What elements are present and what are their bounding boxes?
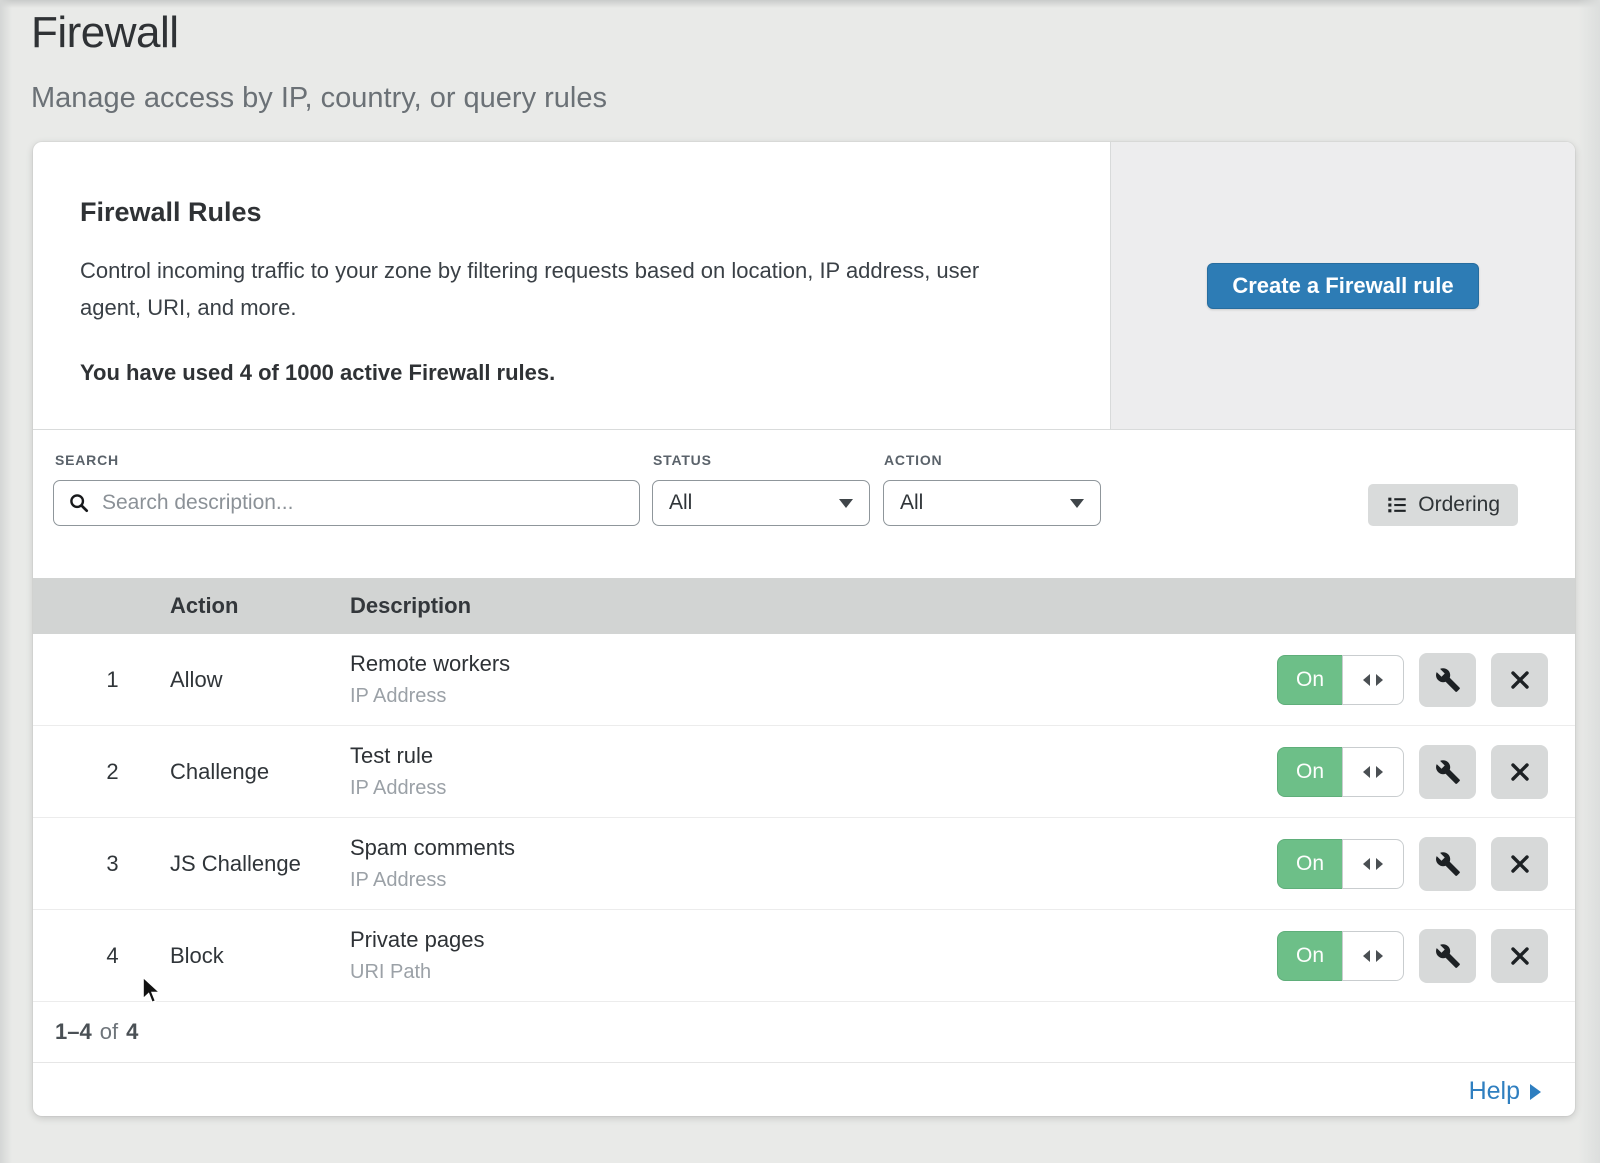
firewall-page: Firewall Manage access by IP, country, o… (0, 0, 1600, 1163)
search-field[interactable] (53, 480, 640, 526)
pagination-bar: 1–4 of 4 (33, 1002, 1575, 1063)
rule-action: JS Challenge (170, 851, 350, 877)
rules-intro-text: Firewall Rules Control incoming traffic … (33, 142, 1110, 429)
toggle-on-label: On (1277, 839, 1342, 889)
table-row: 3 JS Challenge Spam comments IP Address … (33, 818, 1575, 910)
edit-rule-button[interactable] (1419, 837, 1476, 891)
ordering-button-label: Ordering (1418, 493, 1500, 517)
wrench-icon (1435, 943, 1461, 969)
description-column-header: Description (350, 593, 1575, 619)
rule-priority: 4 (33, 943, 170, 969)
rule-enabled-toggle[interactable]: On (1277, 655, 1404, 705)
page-subtitle: Manage access by IP, country, or query r… (31, 82, 607, 115)
toggle-handle[interactable] (1342, 839, 1404, 889)
search-label: SEARCH (55, 452, 119, 468)
search-input[interactable] (90, 481, 639, 525)
edit-rule-button[interactable] (1419, 745, 1476, 799)
close-icon (1508, 852, 1532, 876)
rule-enabled-toggle[interactable]: On (1277, 747, 1404, 797)
search-icon (68, 492, 90, 514)
rule-controls: On (1277, 818, 1548, 909)
table-row: 1 Allow Remote workers IP Address On (33, 634, 1575, 726)
create-rule-panel: Create a Firewall rule (1110, 142, 1575, 429)
status-label: STATUS (653, 452, 712, 468)
help-link-label: Help (1469, 1077, 1520, 1106)
rule-action: Block (170, 943, 350, 969)
action-select[interactable]: All (883, 480, 1101, 526)
close-icon (1508, 760, 1532, 784)
rule-enabled-toggle[interactable]: On (1277, 839, 1404, 889)
action-selected-value: All (900, 491, 923, 515)
toggle-on-label: On (1277, 747, 1342, 797)
status-select[interactable]: All (652, 480, 870, 526)
rule-priority: 2 (33, 759, 170, 785)
table-row: 4 Block Private pages URI Path On (33, 910, 1575, 1002)
delete-rule-button[interactable] (1491, 837, 1548, 891)
rule-controls: On (1277, 634, 1548, 725)
action-label: ACTION (884, 452, 942, 468)
ordered-list-icon (1386, 494, 1408, 516)
rules-heading: Firewall Rules (80, 197, 1050, 228)
rules-intro-section: Firewall Rules Control incoming traffic … (33, 142, 1575, 430)
close-icon (1508, 944, 1532, 968)
left-right-arrows-icon (1360, 856, 1386, 872)
card-footer: Help (33, 1063, 1575, 1116)
rule-controls: On (1277, 726, 1548, 817)
ordering-button[interactable]: Ordering (1368, 484, 1518, 526)
toggle-on-label: On (1277, 931, 1342, 981)
rules-description: Control incoming traffic to your zone by… (80, 252, 1030, 326)
left-right-arrows-icon (1360, 764, 1386, 780)
left-right-arrows-icon (1360, 948, 1386, 964)
wrench-icon (1435, 851, 1461, 877)
toggle-handle[interactable] (1342, 747, 1404, 797)
left-right-arrows-icon (1360, 672, 1386, 688)
toggle-on-label: On (1277, 655, 1342, 705)
filters-bar: SEARCH STATUS All ACTION All (33, 430, 1575, 578)
chevron-down-icon (839, 499, 853, 508)
page-header: Firewall Manage access by IP, country, o… (31, 8, 607, 115)
rule-action: Challenge (170, 759, 350, 785)
status-selected-value: All (669, 491, 692, 515)
delete-rule-button[interactable] (1491, 929, 1548, 983)
chevron-down-icon (1070, 499, 1084, 508)
table-row: 2 Challenge Test rule IP Address On (33, 726, 1575, 818)
firewall-rules-card: Firewall Rules Control incoming traffic … (33, 142, 1575, 1116)
create-firewall-rule-button[interactable]: Create a Firewall rule (1207, 263, 1478, 309)
rule-controls: On (1277, 910, 1548, 1001)
delete-rule-button[interactable] (1491, 745, 1548, 799)
triangle-right-icon (1530, 1084, 1541, 1100)
pagination-separator: of (100, 1019, 118, 1045)
edit-rule-button[interactable] (1419, 929, 1476, 983)
wrench-icon (1435, 759, 1461, 785)
action-column-header: Action (170, 593, 350, 619)
toggle-handle[interactable] (1342, 931, 1404, 981)
toggle-handle[interactable] (1342, 655, 1404, 705)
edit-rule-button[interactable] (1419, 653, 1476, 707)
rules-usage-note: You have used 4 of 1000 active Firewall … (80, 360, 1050, 386)
page-title: Firewall (31, 8, 607, 58)
pagination-total: 4 (126, 1019, 138, 1045)
table-header: Action Description (33, 578, 1575, 634)
pagination-range: 1–4 (55, 1019, 92, 1045)
rule-priority: 3 (33, 851, 170, 877)
rule-action: Allow (170, 667, 350, 693)
delete-rule-button[interactable] (1491, 653, 1548, 707)
help-link[interactable]: Help (1469, 1077, 1541, 1106)
close-icon (1508, 668, 1532, 692)
rule-priority: 1 (33, 667, 170, 693)
rule-enabled-toggle[interactable]: On (1277, 931, 1404, 981)
wrench-icon (1435, 667, 1461, 693)
